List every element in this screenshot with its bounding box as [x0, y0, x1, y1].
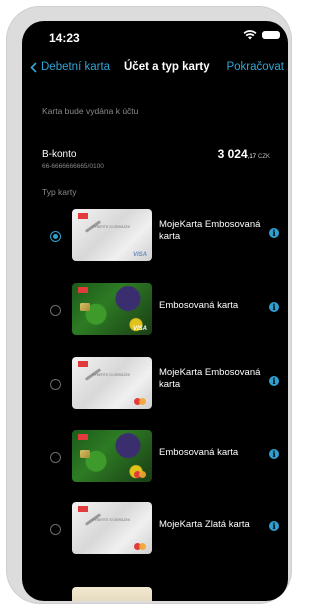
account-number: 66-6666666665/0100: [42, 163, 104, 170]
card-brand: VISA: [132, 326, 147, 332]
bank-logo-icon: [78, 361, 88, 367]
card-option[interactable]: Embosovaná karta i: [22, 429, 288, 491]
card-chip: [80, 450, 90, 458]
card-option-label: Embosovaná karta: [159, 447, 239, 458]
card-image: [72, 430, 152, 482]
card-option[interactable]: VYBERTE SI OBRÁZEK MojeKarta Zlatá karta…: [22, 501, 288, 563]
account-name: B-konto: [42, 149, 77, 160]
info-icon[interactable]: i: [269, 449, 279, 459]
card-brand: VISA: [132, 252, 147, 258]
back-button-label: Debetní karta: [41, 61, 111, 73]
status-time: 14:23: [49, 31, 80, 45]
back-button[interactable]: Debetní karta: [30, 61, 110, 73]
page-title: Účet a typ karty: [124, 61, 210, 73]
card-option[interactable]: VYBERTE SI OBRÁZEK VISA MojeKarta Emboso…: [22, 208, 288, 270]
bank-logo-icon: [78, 434, 88, 440]
card-type-caption: Typ karty: [42, 187, 77, 197]
bank-logo-icon: [78, 506, 88, 512]
radio-button[interactable]: [50, 524, 61, 535]
battery-icon: [262, 31, 280, 39]
mastercard-logo-icon: [134, 471, 146, 478]
card-image: VYBERTE SI OBRÁZEK: [72, 357, 152, 409]
mastercard-logo-icon: [134, 398, 146, 405]
card-option[interactable]: VISA Embosovaná karta i: [22, 282, 288, 344]
radio-button[interactable]: [50, 452, 61, 463]
card-image: VYBERTE SI OBRÁZEK: [72, 502, 152, 554]
info-icon[interactable]: i: [269, 376, 279, 386]
radio-button[interactable]: [50, 379, 61, 390]
card-image: VYBERTE SI OBRÁZEK VISA: [72, 209, 152, 261]
bank-logo-icon: [78, 213, 88, 219]
account-section-caption: Karta bude vydána k účtu: [42, 106, 139, 116]
card-option[interactable]: VYBERTE SI OBRÁZEK MojeKarta Embosovaná …: [22, 356, 288, 418]
balance-main: 3 024: [217, 147, 248, 161]
balance-currency: CZK: [258, 154, 270, 160]
card-option-label: MojeKarta Zlatá karta: [159, 519, 250, 530]
card-image-caption: VYBERTE SI OBRÁZEK: [92, 225, 131, 229]
card-image: VISA: [72, 283, 152, 335]
notch: [120, 21, 200, 39]
account-balance: 3 024,17 CZK: [218, 147, 270, 161]
card-option-label: MojeKarta Embosovaná karta: [159, 219, 261, 242]
wifi-icon: [243, 30, 257, 40]
chevron-left-icon: [30, 61, 37, 73]
status-icons: [243, 30, 280, 40]
info-icon[interactable]: i: [269, 228, 279, 238]
info-icon[interactable]: i: [269, 302, 279, 312]
card-image-caption: VYBERTE SI OBRÁZEK: [92, 518, 131, 522]
card-image-caption: VYBERTE SI OBRÁZEK: [92, 373, 131, 377]
balance-cents: ,17: [247, 154, 256, 160]
app-screen: 14:23 Debetní karta Účet a typ karty Pok…: [22, 21, 288, 601]
card-option-label: Embosovaná karta: [159, 300, 239, 311]
card-chip: [80, 303, 90, 311]
card-option-label: MojeKarta Embosovaná karta: [159, 367, 261, 390]
mastercard-logo-icon: [134, 543, 146, 550]
card-image-partial: [72, 587, 152, 601]
radio-button-selected[interactable]: [50, 231, 61, 242]
radio-button[interactable]: [50, 305, 61, 316]
continue-button[interactable]: Pokračovat: [226, 61, 284, 73]
bank-logo-icon: [78, 287, 88, 293]
phone-frame: 14:23 Debetní karta Účet a typ karty Pok…: [6, 6, 292, 604]
navigation-bar: Debetní karta Účet a typ karty Pokračova…: [22, 61, 288, 81]
info-icon[interactable]: i: [269, 521, 279, 531]
